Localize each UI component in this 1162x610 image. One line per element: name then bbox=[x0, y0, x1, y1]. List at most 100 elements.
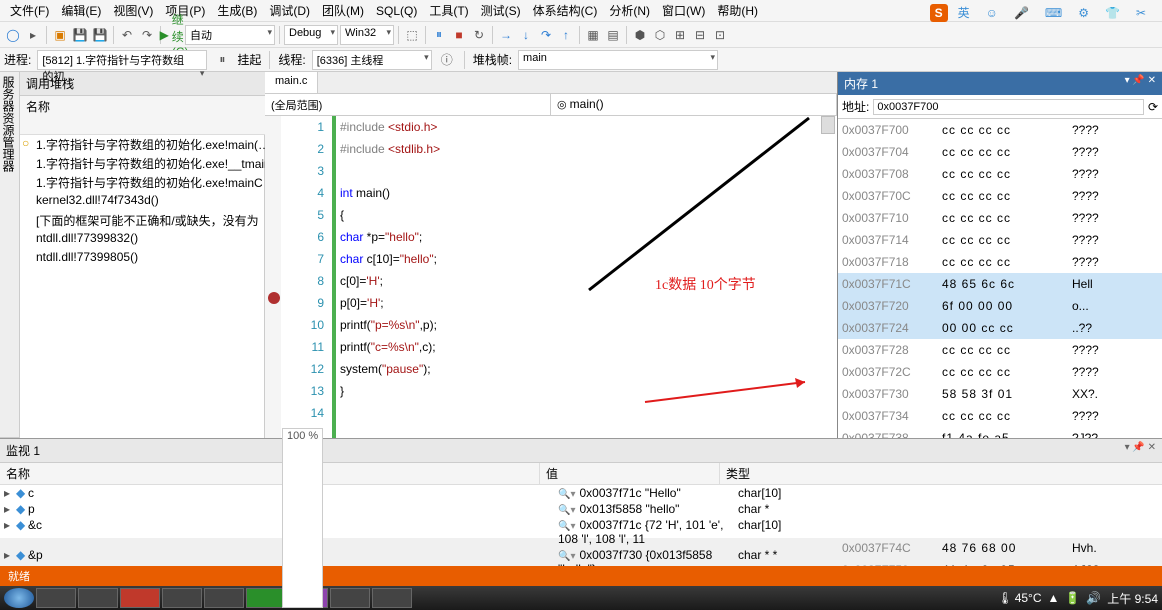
memory-row[interactable]: 0x0037F704cc cc cc cc???? bbox=[838, 141, 1162, 163]
menu-item[interactable]: 编辑(E) bbox=[55, 0, 107, 21]
taskbar-item[interactable] bbox=[120, 588, 160, 608]
step-over-icon[interactable]: ↷ bbox=[537, 26, 555, 44]
watch-col-type[interactable]: 类型 bbox=[720, 463, 1162, 484]
step-next-icon[interactable]: → bbox=[497, 26, 515, 44]
stackframe-dropdown[interactable]: main bbox=[518, 50, 718, 70]
tb6-icon[interactable]: ⊟ bbox=[691, 26, 709, 44]
breakpoint-icon[interactable] bbox=[268, 292, 280, 304]
watch-col-value[interactable]: 值 bbox=[540, 463, 720, 484]
memory-row[interactable]: 0x0037F73058 58 3f 01XX?. bbox=[838, 383, 1162, 405]
taskbar-item[interactable] bbox=[330, 588, 370, 608]
scope-right-dropdown[interactable]: ◎ main() bbox=[551, 94, 837, 115]
ime-keyboard-icon[interactable]: ⌨ bbox=[1039, 4, 1068, 22]
menu-item[interactable]: 体系结构(C) bbox=[527, 0, 604, 21]
memory-controls[interactable]: ▾ 📌 ✕ bbox=[1125, 75, 1156, 92]
stack-row[interactable]: ntdll.dll!77399805()未知 bbox=[20, 249, 303, 268]
memory-row[interactable]: 0x0037F71C48 65 6c 6cHell bbox=[838, 273, 1162, 295]
config-debug-dropdown[interactable]: Debug bbox=[284, 25, 338, 45]
menu-item[interactable]: SQL(Q) bbox=[370, 2, 423, 20]
tb-icon[interactable]: ⬚ bbox=[403, 26, 421, 44]
step-out-icon[interactable]: ↑ bbox=[557, 26, 575, 44]
menu-item[interactable]: 窗口(W) bbox=[656, 0, 711, 21]
memory-row[interactable]: 0x0037F72400 00 cc cc..?? bbox=[838, 317, 1162, 339]
tb1-icon[interactable]: ▦ bbox=[584, 26, 602, 44]
menu-item[interactable]: 生成(B) bbox=[211, 0, 263, 21]
undo-icon[interactable]: ↶ bbox=[118, 26, 136, 44]
memory-row[interactable]: 0x0037F710cc cc cc cc???? bbox=[838, 207, 1162, 229]
tb3-icon[interactable]: ⬢ bbox=[631, 26, 649, 44]
pause-icon[interactable]: ⏸ bbox=[430, 26, 448, 44]
ime-tool-icon[interactable]: ✂ bbox=[1130, 4, 1152, 22]
memory-row[interactable]: 0x0037F7206f 00 00 00o... bbox=[838, 295, 1162, 317]
save-icon[interactable]: 💾 bbox=[71, 26, 89, 44]
ime-emoji-icon[interactable]: ☺ bbox=[980, 4, 1004, 22]
ime-gear-icon[interactable]: ⚙ bbox=[1072, 4, 1095, 22]
menu-item[interactable]: 视图(V) bbox=[107, 0, 159, 21]
menu-item[interactable]: 测试(S) bbox=[475, 0, 527, 21]
taskbar-item[interactable] bbox=[246, 588, 286, 608]
refresh-icon[interactable]: ⟳ bbox=[1148, 100, 1158, 114]
zoom-level[interactable]: 100 % bbox=[282, 428, 323, 608]
save-all-icon[interactable]: 💾 bbox=[91, 26, 109, 44]
taskbar-item[interactable] bbox=[36, 588, 76, 608]
ime-skin-icon[interactable]: 👕 bbox=[1099, 4, 1126, 22]
nav-back-icon[interactable]: ◯ bbox=[4, 26, 22, 44]
continue-button[interactable]: ▶ 继续(C) bbox=[165, 26, 183, 44]
watch-row[interactable]: ▸◆p🔍▾0x013f5858 "hello"char * bbox=[0, 501, 1162, 517]
scope-left-dropdown[interactable]: (全局范围) bbox=[265, 94, 551, 115]
taskbar-item[interactable] bbox=[162, 588, 202, 608]
watch-row[interactable]: ▸◆c🔍▾0x0037f71c "Hello"char[10] bbox=[0, 485, 1162, 501]
tb2-icon[interactable]: ▤ bbox=[604, 26, 622, 44]
stack-row[interactable]: ntdll.dll!77399832()未知 bbox=[20, 230, 303, 249]
stack-row[interactable]: kernel32.dll!74f7343d()未知 bbox=[20, 192, 303, 211]
redo-icon[interactable]: ↷ bbox=[138, 26, 156, 44]
memory-row[interactable]: 0x0037F700cc cc cc cc???? bbox=[838, 119, 1162, 141]
ime-lang[interactable]: 英 bbox=[952, 2, 976, 23]
memory-row[interactable]: 0x0037F708cc cc cc cc???? bbox=[838, 163, 1162, 185]
ime-s-icon[interactable]: S bbox=[930, 4, 948, 22]
tb4-icon[interactable]: ⬡ bbox=[651, 26, 669, 44]
scrollbar-vertical[interactable] bbox=[821, 116, 835, 134]
start-button[interactable] bbox=[4, 588, 34, 608]
tab-mainc[interactable]: main.c bbox=[265, 72, 318, 93]
thread-info-icon[interactable]: ⓘ bbox=[438, 51, 456, 69]
menu-item[interactable]: 工具(T) bbox=[423, 0, 474, 21]
restart-icon[interactable]: ↻ bbox=[470, 26, 488, 44]
menu-item[interactable]: 文件(F) bbox=[4, 0, 55, 21]
menu-item[interactable]: 调试(D) bbox=[263, 0, 316, 21]
stack-row[interactable]: 1.字符指针与字符数组的初始化.exe!__tmainC bbox=[20, 154, 303, 173]
step-into-icon[interactable]: ↓ bbox=[517, 26, 535, 44]
taskbar-item[interactable] bbox=[78, 588, 118, 608]
nav-fwd-icon[interactable]: ▸ bbox=[24, 26, 42, 44]
stack-row[interactable]: 1.字符指针与字符数组的初始化.exe!mainCC bbox=[20, 173, 303, 192]
menu-item[interactable]: 帮助(H) bbox=[711, 0, 764, 21]
process-dropdown[interactable]: [5812] 1.字符指针与字符数组的初… bbox=[37, 50, 207, 70]
col-name[interactable]: 名称 bbox=[20, 96, 271, 134]
watch-row[interactable]: ▸◆&c🔍▾0x0037f71c {72 'H', 101 'e', 108 '… bbox=[0, 517, 1162, 547]
address-input[interactable] bbox=[873, 99, 1144, 115]
memory-row[interactable]: 0x0037F714cc cc cc cc???? bbox=[838, 229, 1162, 251]
taskbar-item[interactable] bbox=[204, 588, 244, 608]
ime-mic-icon[interactable]: 🎤 bbox=[1008, 4, 1035, 22]
stop-icon[interactable]: ■ bbox=[450, 26, 468, 44]
menu-item[interactable]: 分析(N) bbox=[603, 0, 656, 21]
tray-icon[interactable]: 🔊 bbox=[1086, 591, 1101, 605]
thread-dropdown[interactable]: [6336] 主线程 bbox=[312, 50, 432, 70]
tb7-icon[interactable]: ⊡ bbox=[711, 26, 729, 44]
menu-item[interactable]: 团队(M) bbox=[316, 0, 370, 21]
config-platform-dropdown[interactable]: Win32 bbox=[340, 25, 394, 45]
stack-row[interactable]: ○1.字符指针与字符数组的初始化.exe!main(…C bbox=[20, 135, 303, 154]
suspend-icon[interactable]: ⏸ bbox=[213, 51, 231, 69]
tb5-icon[interactable]: ⊞ bbox=[671, 26, 689, 44]
memory-row[interactable]: 0x0037F734cc cc cc cc???? bbox=[838, 405, 1162, 427]
open-icon[interactable]: ▣ bbox=[51, 26, 69, 44]
memory-row[interactable]: 0x0037F70Ccc cc cc cc???? bbox=[838, 185, 1162, 207]
memory-row[interactable]: 0x0037F72Ccc cc cc cc???? bbox=[838, 361, 1162, 383]
vertical-tabs[interactable]: 服务器资源管理器工具箱 bbox=[0, 72, 20, 438]
watch-controls[interactable]: ▾ 📌 ✕ bbox=[1125, 442, 1156, 459]
memory-row[interactable]: 0x0037F718cc cc cc cc???? bbox=[838, 251, 1162, 273]
config-auto-dropdown[interactable]: 自动 bbox=[185, 25, 275, 45]
stack-row[interactable]: [下面的框架可能不正确和/或缺失，没有为 bbox=[20, 211, 303, 230]
tray-icon[interactable]: ▲ bbox=[1048, 591, 1060, 605]
taskbar-item[interactable] bbox=[372, 588, 412, 608]
